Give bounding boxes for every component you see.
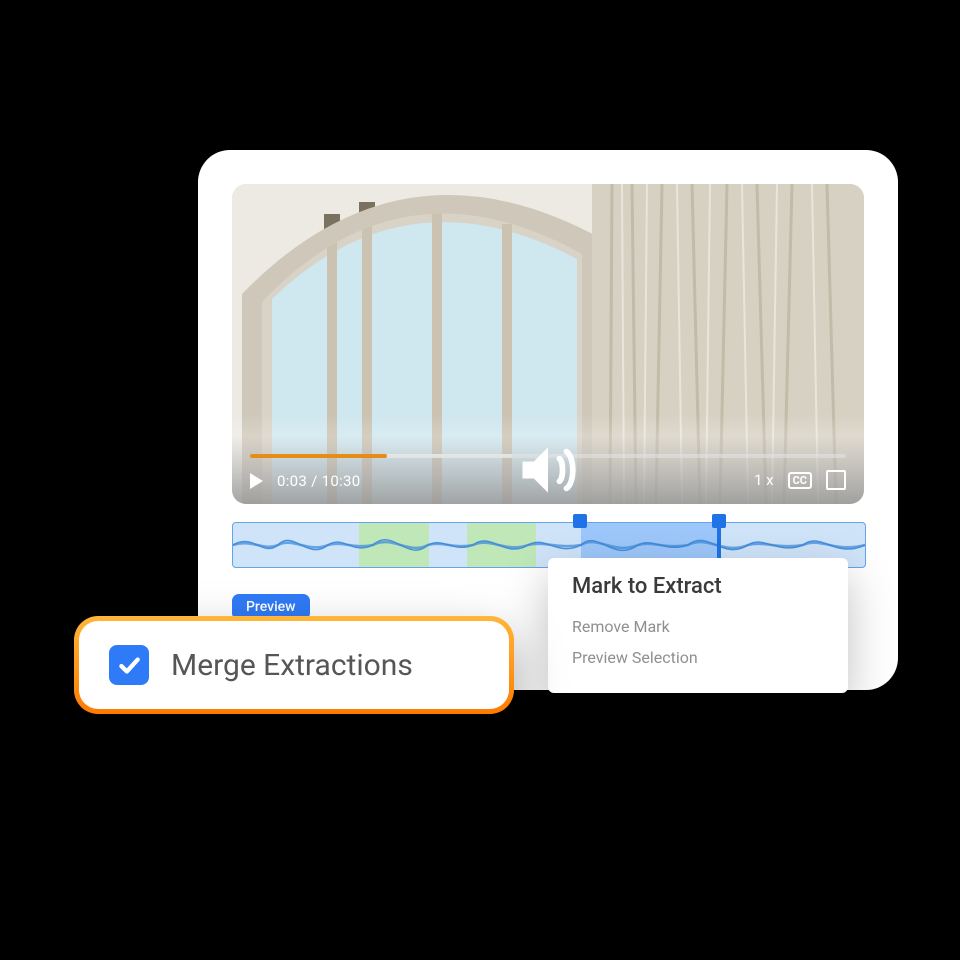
- merge-extractions-label: Merge Extractions: [171, 648, 413, 683]
- video-preview[interactable]: 0:03 / 10:30 1 x CC: [232, 184, 864, 504]
- fullscreen-icon[interactable]: [826, 470, 846, 490]
- check-icon: [116, 652, 142, 678]
- context-menu-remove-mark[interactable]: Remove Mark: [572, 611, 824, 642]
- context-menu-title[interactable]: Mark to Extract: [572, 574, 824, 599]
- merge-extractions-checkbox[interactable]: [109, 645, 149, 685]
- context-menu: Mark to Extract Remove Mark Preview Sele…: [548, 558, 848, 693]
- merge-extractions-option: Merge Extractions: [74, 616, 514, 714]
- video-controls: 0:03 / 10:30 1 x CC: [232, 436, 864, 504]
- context-menu-preview-selection[interactable]: Preview Selection: [572, 642, 824, 673]
- volume-icon[interactable]: [232, 436, 864, 504]
- selection-start-handle[interactable]: [573, 514, 587, 528]
